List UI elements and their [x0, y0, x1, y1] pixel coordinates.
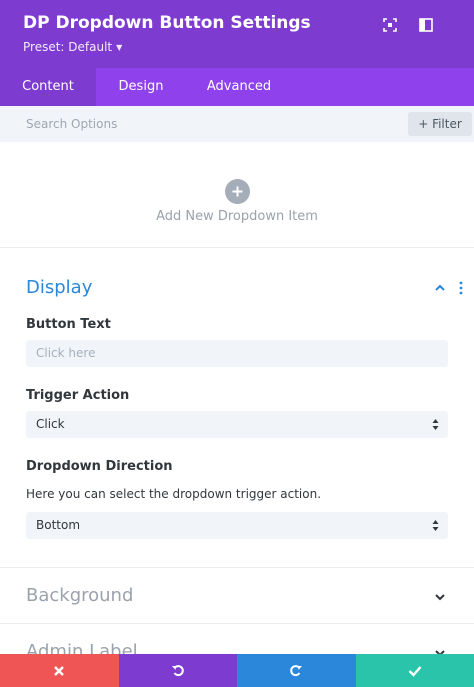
- settings-header: DP Dropdown Button Settings Preset: Defa…: [0, 0, 474, 68]
- tab-advanced[interactable]: Advanced: [186, 68, 292, 106]
- plus-icon: [232, 186, 243, 197]
- filter-button[interactable]: + Filter: [408, 112, 472, 136]
- sidebar-layout-icon[interactable]: [418, 17, 434, 33]
- discard-button[interactable]: [0, 654, 119, 687]
- select-arrows-icon: [432, 520, 439, 531]
- chevron-down-icon[interactable]: [434, 647, 446, 654]
- screen-fit-icon[interactable]: [382, 17, 398, 33]
- trigger-action-select[interactable]: Click: [26, 411, 448, 438]
- check-icon: [408, 665, 422, 677]
- dropdown-direction-description: Here you can select the dropdown trigger…: [26, 487, 322, 501]
- add-item-button[interactable]: [225, 179, 250, 204]
- chevron-down-icon[interactable]: [434, 591, 446, 603]
- tab-content[interactable]: Content: [0, 68, 96, 106]
- section-title-display[interactable]: Display: [26, 277, 92, 298]
- trigger-action-label: Trigger Action: [26, 388, 130, 403]
- undo-icon: [171, 664, 184, 676]
- select-arrows-icon: [432, 419, 439, 430]
- undo-button[interactable]: [118, 654, 237, 687]
- button-text-input[interactable]: Click here: [26, 340, 448, 367]
- preset-label: Preset: Default: [23, 40, 113, 54]
- action-bar: [0, 654, 474, 687]
- add-item-label[interactable]: Add New Dropdown Item: [0, 209, 474, 224]
- save-button[interactable]: [355, 654, 474, 687]
- redo-icon: [290, 664, 303, 676]
- dropdown-direction-select[interactable]: Bottom: [26, 512, 448, 539]
- dropdown-direction-label: Dropdown Direction: [26, 459, 173, 474]
- tab-bar: Content Design Advanced: [0, 68, 474, 106]
- redo-button[interactable]: [237, 654, 356, 687]
- button-text-label: Button Text: [26, 317, 111, 332]
- close-icon: [54, 665, 65, 676]
- section-background[interactable]: Background: [0, 567, 474, 623]
- search-options-bar: Search Options + Filter: [0, 106, 474, 142]
- tab-design[interactable]: Design: [96, 68, 186, 106]
- modal-title: DP Dropdown Button Settings: [23, 13, 311, 33]
- preset-selector[interactable]: Preset: Default ▼: [23, 40, 122, 54]
- trigger-action-value: Click: [36, 417, 65, 431]
- search-input[interactable]: Search Options: [26, 106, 117, 142]
- section-title-background: Background: [26, 585, 134, 606]
- add-item-area: Add New Dropdown Item: [0, 142, 474, 248]
- chevron-up-icon[interactable]: [434, 282, 446, 294]
- section-title-admin-label: Admin Label: [26, 641, 138, 654]
- more-options-icon[interactable]: [458, 281, 464, 295]
- caret-down-icon: ▼: [116, 43, 123, 52]
- dropdown-direction-value: Bottom: [36, 518, 81, 532]
- section-admin-label[interactable]: Admin Label: [0, 623, 474, 654]
